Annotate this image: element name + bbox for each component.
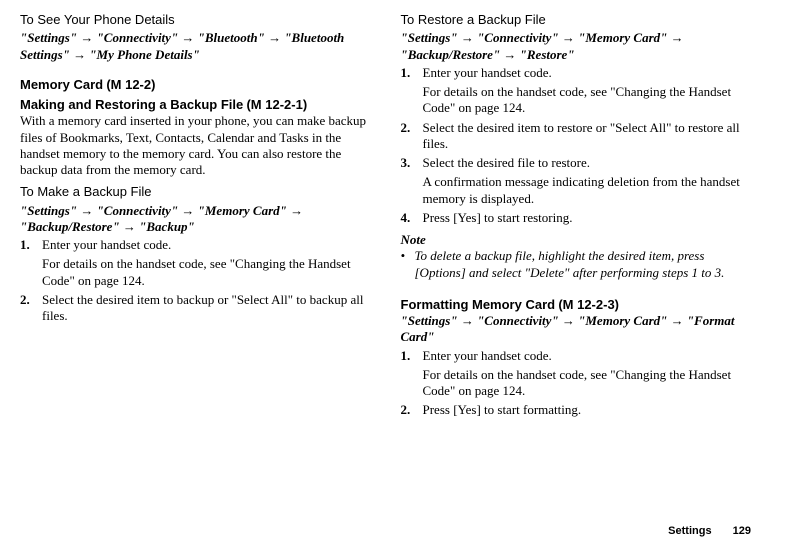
step-main: Enter your handset code. <box>423 65 552 80</box>
paragraph-mkrestore: With a memory card inserted in your phon… <box>20 113 371 178</box>
step-number: 1. <box>401 65 423 117</box>
left-column: To See Your Phone Details "Settings" → "… <box>20 10 371 422</box>
path-seg: "My Phone Details" <box>89 47 200 62</box>
step-main: Enter your handset code. <box>42 237 171 252</box>
path-seg: "Backup" <box>139 219 195 234</box>
menu-code-12-2-3: (M 12-2-3) <box>558 297 619 312</box>
nav-path-phone-details: "Settings" → "Connectivity" → "Bluetooth… <box>20 30 371 63</box>
note-text: To delete a backup file, highlight the d… <box>415 248 752 281</box>
steps-restore: 1. Enter your handset code. For details … <box>401 65 752 226</box>
path-seg: "Restore" <box>520 47 575 62</box>
step-number: 3. <box>401 155 423 207</box>
arrow-icon: → <box>181 30 194 45</box>
step-item: 2. Press [Yes] to start formatting. <box>401 402 752 418</box>
step-text: Press [Yes] to start restoring. <box>423 210 752 226</box>
step-item: 2. Select the desired item to restore or… <box>401 120 752 153</box>
arrow-icon: → <box>73 47 86 62</box>
path-seg: "Backup/Restore" <box>20 219 120 234</box>
step-text: Select the desired file to restore. A co… <box>423 155 752 207</box>
page-footer: Settings 129 <box>668 525 751 539</box>
step-item: 3. Select the desired file to restore. A… <box>401 155 752 207</box>
step-text: Select the desired item to restore or "S… <box>423 120 752 153</box>
arrow-icon: → <box>268 30 281 45</box>
arrow-icon: → <box>503 47 516 62</box>
step-number: 1. <box>20 237 42 289</box>
heading-restore-backup: To Restore a Backup File <box>401 12 752 28</box>
step-sub: For details on the handset code, see "Ch… <box>423 84 752 117</box>
note-label: Note <box>401 232 752 248</box>
heading-memory-card: Memory Card <box>20 77 103 93</box>
nav-path-backup: "Settings" → "Connectivity" → "Memory Ca… <box>20 203 371 236</box>
path-seg: "Settings" <box>401 313 458 328</box>
step-text: Enter your handset code. For details on … <box>423 348 752 400</box>
step-item: 1. Enter your handset code. For details … <box>20 237 371 289</box>
heading-phone-details: To See Your Phone Details <box>20 12 371 28</box>
footer-section-label: Settings <box>668 525 711 537</box>
nav-path-format: "Settings" → "Connectivity" → "Memory Ca… <box>401 313 752 346</box>
arrow-icon: → <box>671 30 684 45</box>
path-seg: "Memory Card" <box>578 30 667 45</box>
step-number: 1. <box>401 348 423 400</box>
step-text: Select the desired item to backup or "Se… <box>42 292 371 325</box>
step-number: 2. <box>401 120 423 153</box>
step-text: Enter your handset code. For details on … <box>423 65 752 117</box>
menu-code-12-2-1: (M 12-2-1) <box>246 97 307 113</box>
menu-code-12-2: (M 12-2) <box>106 77 155 92</box>
path-seg: "Settings" <box>20 203 77 218</box>
path-seg: "Backup/Restore" <box>401 47 501 62</box>
step-number: 4. <box>401 210 423 226</box>
path-seg: "Memory Card" <box>198 203 287 218</box>
arrow-icon: → <box>290 203 303 218</box>
arrow-icon: → <box>562 30 575 45</box>
heading-making-restoring: Making and Restoring a Backup File <box>20 97 243 113</box>
heading-format-card: Formatting Memory Card <box>401 297 556 313</box>
arrow-icon: → <box>181 203 194 218</box>
arrow-icon: → <box>80 203 93 218</box>
path-seg: "Connectivity" <box>477 30 559 45</box>
footer-page-number: 129 <box>733 525 751 537</box>
step-main: Enter your handset code. <box>423 348 552 363</box>
path-seg: "Connectivity" <box>97 203 179 218</box>
step-sub: For details on the handset code, see "Ch… <box>423 367 752 400</box>
step-item: 4. Press [Yes] to start restoring. <box>401 210 752 226</box>
nav-path-restore: "Settings" → "Connectivity" → "Memory Ca… <box>401 30 752 63</box>
note-item: • To delete a backup file, highlight the… <box>401 248 752 281</box>
step-item: 1. Enter your handset code. For details … <box>401 348 752 400</box>
step-sub: For details on the handset code, see "Ch… <box>42 256 371 289</box>
step-text: Press [Yes] to start formatting. <box>423 402 752 418</box>
path-seg: "Connectivity" <box>97 30 179 45</box>
bullet-icon: • <box>401 248 415 281</box>
arrow-icon: → <box>671 313 684 328</box>
path-seg: "Settings" <box>401 30 458 45</box>
arrow-icon: → <box>562 313 575 328</box>
step-item: 1. Enter your handset code. For details … <box>401 65 752 117</box>
right-column: To Restore a Backup File "Settings" → "C… <box>401 10 752 422</box>
step-number: 2. <box>20 292 42 325</box>
arrow-icon: → <box>123 219 136 234</box>
steps-format: 1. Enter your handset code. For details … <box>401 348 752 419</box>
path-seg: "Memory Card" <box>578 313 667 328</box>
step-item: 2. Select the desired item to backup or … <box>20 292 371 325</box>
path-seg: "Connectivity" <box>477 313 559 328</box>
path-seg: "Bluetooth" <box>198 30 265 45</box>
path-seg: "Settings" <box>20 30 77 45</box>
heading-make-backup: To Make a Backup File <box>20 184 371 200</box>
steps-backup: 1. Enter your handset code. For details … <box>20 237 371 324</box>
arrow-icon: → <box>461 30 474 45</box>
step-sub: A confirmation message indicating deleti… <box>423 174 752 207</box>
step-number: 2. <box>401 402 423 418</box>
arrow-icon: → <box>461 313 474 328</box>
arrow-icon: → <box>80 30 93 45</box>
step-main: Select the desired file to restore. <box>423 155 591 170</box>
step-text: Enter your handset code. For details on … <box>42 237 371 289</box>
